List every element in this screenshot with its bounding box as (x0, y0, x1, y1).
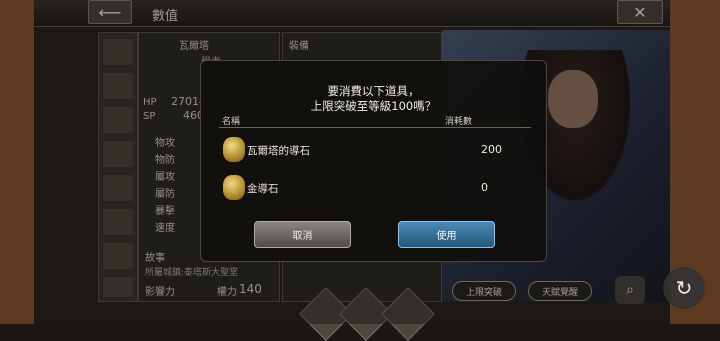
cancel-button[interactable]: 取消 (254, 221, 351, 248)
dialog-message-line1: 要消費以下道具， (327, 84, 420, 98)
limit-break-dialog: 要消費以下道具， 上限突破至等級100嗎？ 名稱 消耗數 瓦爾塔的導石 200 … (200, 60, 547, 262)
dialog-table-header: 名稱 消耗數 (219, 113, 531, 128)
item-row: 瓦爾塔的導石 200 (219, 135, 531, 165)
col-name-header: 名稱 (222, 117, 241, 127)
reload-button[interactable]: ↻ (663, 267, 705, 309)
reload-icon: ↻ (675, 276, 693, 300)
item-row: 金導石 0 (219, 173, 531, 203)
gem-icon (223, 137, 245, 162)
item-name: 瓦爾塔的導石 (247, 145, 310, 157)
use-button[interactable]: 使用 (398, 221, 495, 248)
item-cost: 0 (481, 181, 488, 194)
col-cost-header: 消耗數 (445, 117, 473, 127)
gem-icon (223, 175, 245, 200)
item-name: 金導石 (247, 183, 279, 195)
item-cost: 200 (481, 143, 502, 156)
dialog-message-line2: 上限突破至等級100嗎？ (310, 99, 437, 113)
